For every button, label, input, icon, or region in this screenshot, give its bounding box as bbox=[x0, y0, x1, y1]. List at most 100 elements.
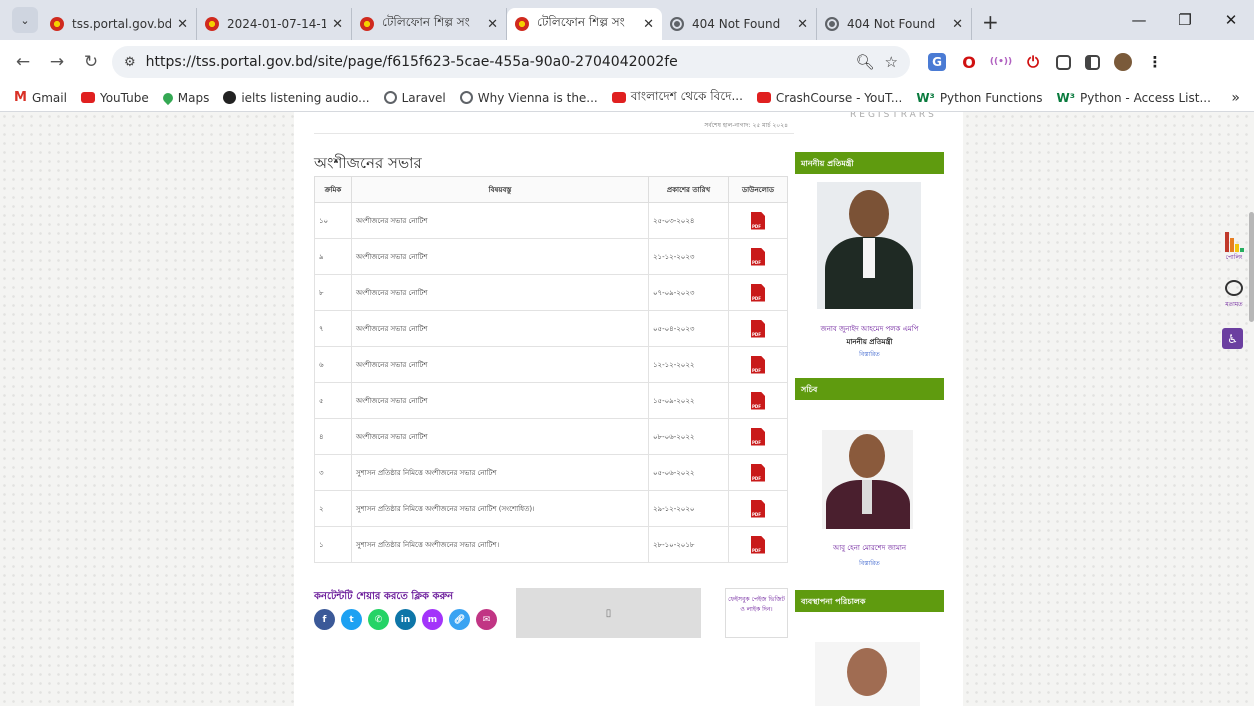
date-cell: ১৫-০৯-২০২২ bbox=[648, 382, 729, 419]
link-icon[interactable]: 🔗︎ bbox=[449, 609, 470, 630]
pdf-download-icon[interactable] bbox=[751, 499, 765, 518]
globe-icon bbox=[670, 17, 684, 31]
close-window-icon[interactable]: ✕ bbox=[1208, 11, 1254, 29]
date-cell: ০৫-০৬-২০২২ bbox=[648, 454, 729, 491]
table-row: ৪ অংশীজনের সভার নোটিশ ০৮-০৬-২০২২ bbox=[314, 418, 788, 455]
subject-cell: অংশীজনের সভার নোটিশ bbox=[351, 238, 649, 275]
download-cell bbox=[728, 238, 788, 275]
facebook-like-link[interactable]: ফেইসবুক পেইজ ভিজিট ও লাইক দিন। bbox=[725, 588, 788, 638]
back-icon[interactable]: ← bbox=[10, 52, 36, 72]
date-cell: ২৮-১০-২০১৮ bbox=[648, 526, 729, 563]
bookmark[interactable]: Laravel bbox=[383, 91, 446, 105]
poll-widget[interactable]: পোলিং bbox=[1218, 230, 1250, 263]
pdf-download-icon[interactable] bbox=[751, 319, 765, 338]
close-icon[interactable]: ✕ bbox=[643, 17, 654, 32]
bookmark[interactable]: YouTube bbox=[80, 91, 149, 105]
download-cell bbox=[728, 454, 788, 491]
globe-icon bbox=[383, 91, 397, 104]
radio-extension-icon[interactable]: ((•)) bbox=[990, 53, 1012, 71]
bookmark[interactable]: W³ Python Functions bbox=[916, 91, 1042, 105]
twitter-icon[interactable]: t bbox=[341, 609, 362, 630]
facebook-icon[interactable]: f bbox=[314, 609, 335, 630]
site-info-icon[interactable]: ⚙ bbox=[124, 55, 136, 70]
feedback-label: মতামত bbox=[1225, 301, 1243, 308]
close-icon[interactable]: ✕ bbox=[952, 17, 963, 32]
browser-tab[interactable]: টেলিফোন শিল্প সং ✕ bbox=[352, 8, 507, 40]
browser-tab-active[interactable]: টেলিফোন শিল্প সং ✕ bbox=[507, 8, 662, 40]
translate-extension-icon[interactable]: G bbox=[928, 53, 946, 71]
opera-extension-icon[interactable]: O bbox=[960, 53, 978, 72]
url-text[interactable]: https://tss.portal.gov.bd/site/page/f615… bbox=[146, 54, 678, 70]
bookmark[interactable]: Why Vienna is the... bbox=[459, 91, 598, 105]
subject-cell: অংশীজনের সভার নোটিশ bbox=[351, 382, 649, 419]
secretary-name[interactable]: আবু হেনা মোরশেদ জামান bbox=[795, 544, 944, 554]
accessibility-icon[interactable]: ♿︎ bbox=[1222, 328, 1243, 349]
bookmark[interactable]: ielts listening audio... bbox=[223, 91, 370, 105]
whatsapp-icon[interactable]: ✆ bbox=[368, 609, 389, 630]
pdf-download-icon[interactable] bbox=[751, 283, 765, 302]
notice-table: ক্রমিক বিষয়বস্তু প্রকাশের তারিখ ডাউনলোড… bbox=[314, 176, 788, 563]
download-cell bbox=[728, 346, 788, 383]
side-panel-icon[interactable] bbox=[1085, 54, 1100, 70]
last-updated: সর্বশেষ হাল-নাগাদ: ২৫ মার্চ ২০২৪ bbox=[704, 122, 788, 129]
minimize-icon[interactable]: — bbox=[1116, 11, 1162, 29]
close-icon[interactable]: ✕ bbox=[177, 17, 188, 32]
pdf-download-icon[interactable] bbox=[751, 391, 765, 410]
secretary-details-link[interactable]: বিস্তারিত bbox=[795, 558, 944, 569]
minister-details-link[interactable]: বিস্তারিত bbox=[795, 349, 944, 360]
bookmark[interactable]: W³ Python - Access List... bbox=[1057, 91, 1211, 105]
bookmark[interactable]: M Gmail bbox=[14, 90, 67, 105]
pdf-download-icon[interactable] bbox=[751, 463, 765, 482]
bookmark-star-icon[interactable]: ☆ bbox=[885, 53, 898, 71]
tab-search-button[interactable]: ⌄ bbox=[12, 7, 38, 33]
restore-icon[interactable]: ❐ bbox=[1162, 11, 1208, 29]
close-icon[interactable]: ✕ bbox=[797, 17, 808, 32]
pdf-download-icon[interactable] bbox=[751, 535, 765, 554]
messenger-icon[interactable]: m bbox=[422, 609, 443, 630]
email-icon[interactable]: ✉ bbox=[476, 609, 497, 630]
date-cell: ১২-১২-২০২২ bbox=[648, 346, 729, 383]
bar-chart-icon bbox=[1218, 230, 1250, 252]
facebook-embed-placeholder: ▯ bbox=[516, 588, 701, 638]
serial-cell: ২ bbox=[314, 490, 352, 527]
table-row: ১০ অংশীজনের সভার নোটিশ ২৫-০৩-২০২৪ bbox=[314, 202, 788, 239]
bookmark[interactable]: বাংলাদেশ থেকে বিদে... bbox=[611, 88, 743, 108]
feedback-widget[interactable]: মতামত bbox=[1218, 280, 1250, 310]
forward-icon[interactable]: → bbox=[44, 52, 70, 72]
power-extension-icon[interactable]: ⏻ bbox=[1024, 53, 1042, 71]
profile-avatar[interactable] bbox=[1114, 53, 1132, 71]
minister-name[interactable]: জনাব জুনাইদ আহমেদ পলক এমপি bbox=[795, 325, 944, 335]
close-icon[interactable]: ✕ bbox=[332, 17, 343, 32]
new-tab-button[interactable]: + bbox=[982, 10, 999, 34]
md-photo bbox=[815, 642, 920, 706]
download-cell bbox=[728, 526, 788, 563]
pdf-download-icon[interactable] bbox=[751, 355, 765, 374]
w3-icon: W³ bbox=[916, 90, 935, 105]
bookmarks-overflow-button[interactable]: » bbox=[1231, 90, 1240, 106]
linkedin-icon[interactable]: in bbox=[395, 609, 416, 630]
scrollbar-thumb[interactable] bbox=[1249, 212, 1254, 322]
browser-tab[interactable]: 404 Not Found ✕ bbox=[817, 8, 972, 40]
address-bar[interactable]: ⚙ https://tss.portal.gov.bd/site/page/f6… bbox=[112, 46, 910, 78]
close-icon[interactable]: ✕ bbox=[487, 17, 498, 32]
reload-icon[interactable]: ↻ bbox=[78, 52, 104, 72]
pdf-download-icon[interactable] bbox=[751, 247, 765, 266]
extensions-bar: G O ((•)) ⏻ ⋮ bbox=[928, 53, 1164, 72]
browser-tab[interactable]: tss.portal.gov.bd/n ✕ bbox=[42, 8, 197, 40]
share-label: কনটেন্টটি শেয়ার করতে ক্লিক করুন bbox=[314, 591, 454, 602]
menu-kebab-icon[interactable]: ⋮ bbox=[1146, 53, 1164, 71]
serial-cell: ৪ bbox=[314, 418, 352, 455]
pdf-download-icon[interactable] bbox=[751, 211, 765, 230]
pdf-download-icon[interactable] bbox=[751, 427, 765, 446]
table-row: ১ সুশাসন প্রতিষ্ঠার নিমিত্তে অংশীজনের সভা… bbox=[314, 526, 788, 563]
zoom-icon[interactable]: 🔍︎ bbox=[856, 53, 875, 71]
browser-tab[interactable]: 404 Not Found ✕ bbox=[662, 8, 817, 40]
globe-icon bbox=[459, 91, 473, 104]
bookmark[interactable]: CrashCourse - YouT... bbox=[756, 91, 902, 105]
social-share-buttons: f t ✆ in m 🔗︎ ✉ bbox=[314, 609, 497, 630]
date-cell: ২৯-১২-২০২০ bbox=[648, 490, 729, 527]
bookmark-label: Python - Access List... bbox=[1080, 90, 1211, 105]
bookmark[interactable]: Maps bbox=[160, 90, 209, 105]
extensions-puzzle-icon[interactable] bbox=[1056, 54, 1071, 70]
browser-tab[interactable]: 2024-01-07-14-18 ✕ bbox=[197, 8, 352, 40]
